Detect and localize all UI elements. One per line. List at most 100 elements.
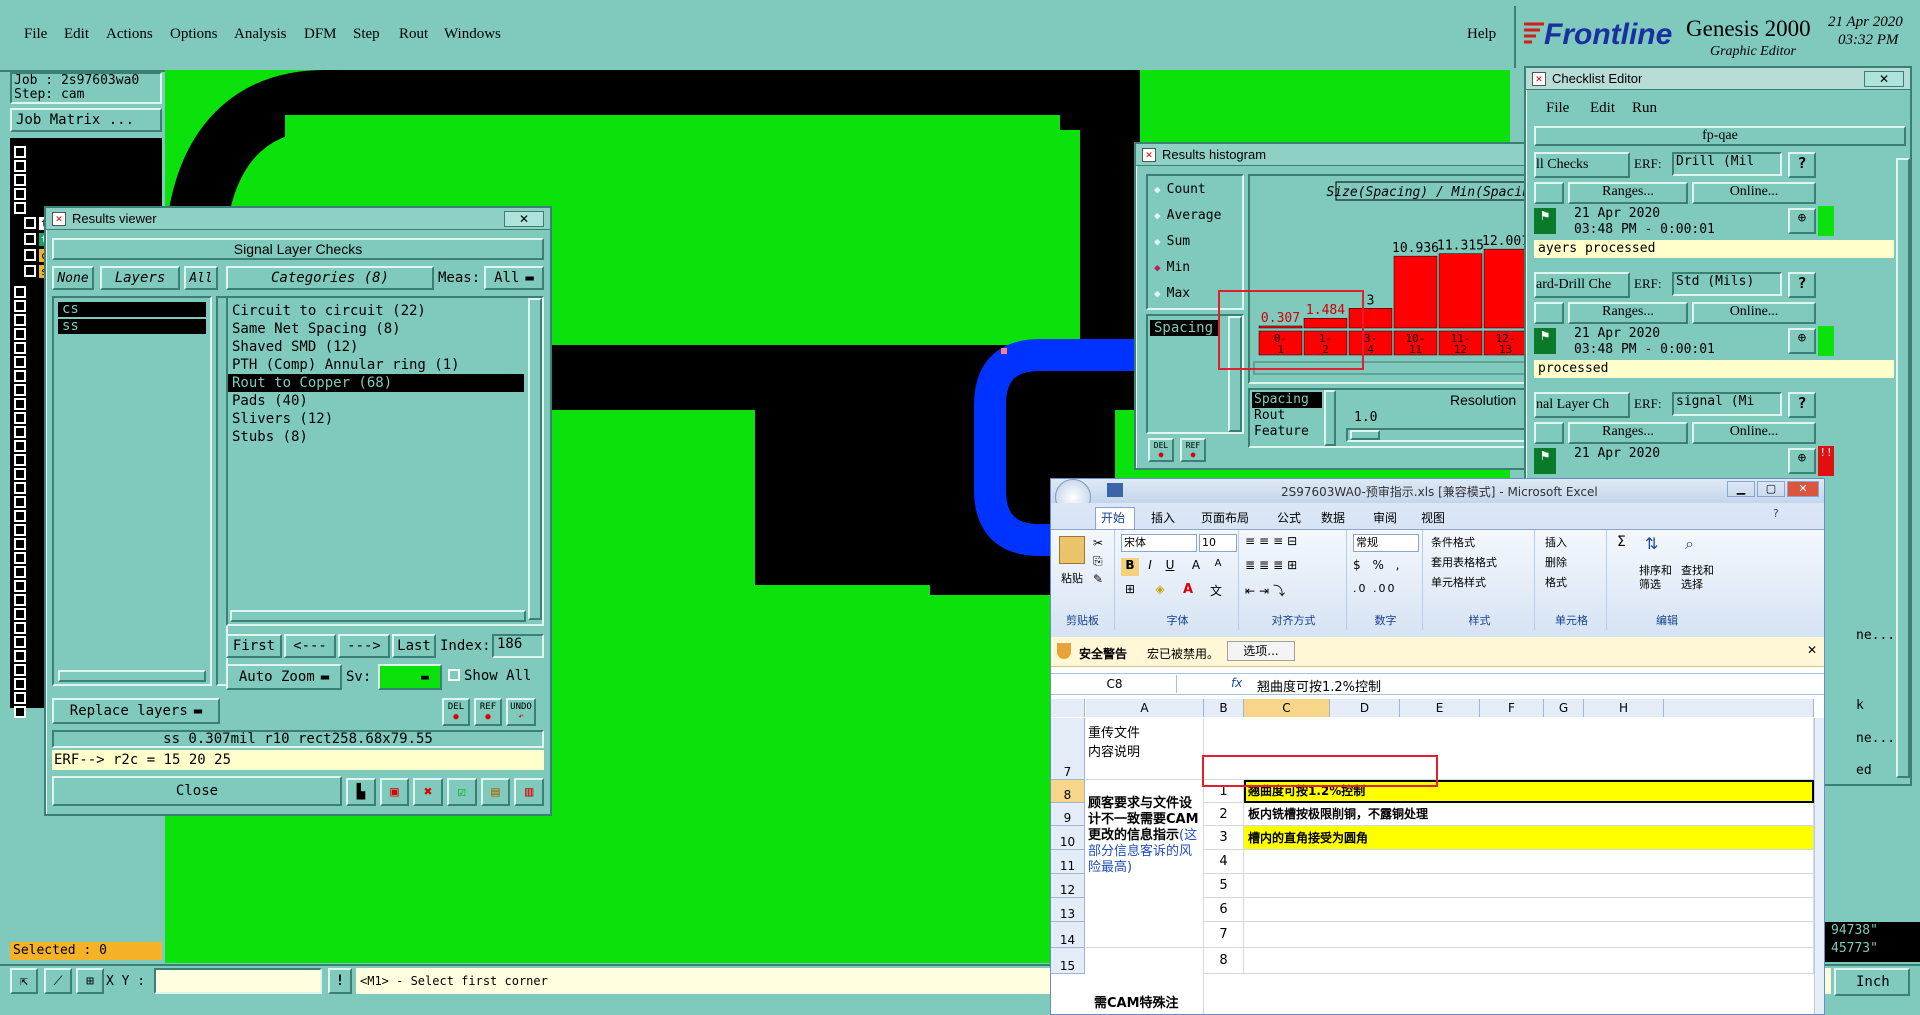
conditional-format-button[interactable]: 条件格式	[1431, 534, 1475, 550]
format-cell-button[interactable]: 格式	[1545, 574, 1567, 590]
cell-a8-merged[interactable]: 顾客要求与文件设计不一致需要CAM更改的信息指示(这部分信息客诉的风险最高)	[1086, 780, 1204, 948]
menu-actions[interactable]: Actions	[106, 26, 153, 43]
layer-checkbox[interactable]	[14, 482, 26, 494]
prev-button[interactable]: <---	[284, 634, 336, 658]
layer-checkbox[interactable]	[14, 174, 26, 186]
menu-options[interactable]: Options	[170, 26, 218, 43]
online-button[interactable]: Online...	[1692, 422, 1816, 444]
bold-icon[interactable]: B	[1121, 558, 1139, 576]
histogram-bar[interactable]	[1393, 255, 1438, 329]
layer-checkbox[interactable]	[14, 524, 26, 536]
close-icon[interactable]: ✕	[504, 210, 544, 227]
check-name[interactable]: nal Layer Ch	[1534, 392, 1630, 418]
zoom-icon[interactable]: ⊕	[1788, 208, 1816, 234]
run-icon[interactable]: ⚑	[1534, 328, 1556, 354]
undo-icon[interactable]: UNDO ↶	[506, 698, 536, 726]
category-item[interactable]: Same Net Spacing (8)	[228, 320, 524, 338]
next-button[interactable]: --->	[338, 634, 390, 658]
layer-checkbox[interactable]	[14, 286, 26, 298]
item-text-cell[interactable]	[1244, 922, 1814, 948]
item-number-cell[interactable]: 5	[1204, 874, 1244, 898]
category-item[interactable]: Slivers (12)	[228, 410, 524, 428]
item-number-cell[interactable]: 4	[1204, 850, 1244, 874]
currency-percent-icons[interactable]: $ % ,	[1353, 558, 1403, 572]
layer-checkbox[interactable]	[14, 146, 26, 158]
histogram-icon[interactable]: ▙	[346, 778, 376, 806]
menu-rout[interactable]: Rout	[399, 26, 428, 43]
ribbon-tab[interactable]: 页面布局	[1201, 509, 1249, 526]
online-button[interactable]: Online...	[1692, 182, 1816, 204]
insert-cell-button[interactable]: 插入	[1545, 534, 1567, 550]
category-item[interactable]: Pads (40)	[228, 392, 524, 410]
first-button[interactable]: First	[226, 634, 282, 658]
layer-checkbox[interactable]	[14, 622, 26, 634]
layer-checkbox[interactable]	[14, 552, 26, 564]
vertical-scrollbar[interactable]	[1814, 718, 1824, 1014]
menu-edit[interactable]: Edit	[64, 26, 89, 43]
ribbon-tab[interactable]: 开始	[1101, 509, 1125, 526]
name-box[interactable]: C8	[1053, 675, 1177, 693]
erf-dropdown[interactable]: signal (Mi	[1672, 392, 1782, 416]
show-all-checkbox[interactable]	[448, 669, 460, 681]
close-icon[interactable]: ✕	[1787, 481, 1819, 497]
delete-icon[interactable]: DEL ●	[1148, 438, 1174, 462]
horizontal-align-icons[interactable]: ≣≣≣⊞	[1245, 558, 1341, 576]
list-item[interactable]: ss	[58, 319, 206, 334]
categories-listbox[interactable]: Circuit to circuit (22) Same Net Spacing …	[226, 296, 544, 626]
option-radio[interactable]: ◆ Min	[1148, 254, 1242, 280]
layer-checkbox[interactable]	[14, 678, 26, 690]
option-radio[interactable]: ◆ Sum	[1148, 228, 1242, 254]
layer-checkbox[interactable]	[14, 160, 26, 172]
delete-icon[interactable]: DEL ●	[442, 698, 470, 726]
column-header[interactable]: A	[1086, 699, 1204, 717]
layer-checkbox[interactable]	[14, 468, 26, 480]
column-header[interactable]: C	[1244, 699, 1330, 717]
vertical-scrollbar[interactable]	[1324, 390, 1336, 446]
layer-checkbox[interactable]	[14, 636, 26, 648]
histogram-bar[interactable]	[1438, 253, 1483, 329]
layer-checkbox[interactable]	[14, 328, 26, 340]
sort-filter-button[interactable]: 排序和筛选	[1639, 564, 1675, 592]
close-button[interactable]: Close	[52, 776, 342, 806]
layer-checkbox[interactable]	[14, 454, 26, 466]
help-icon[interactable]: ?	[1788, 392, 1816, 418]
ribbon-tab[interactable]: 插入	[1151, 509, 1175, 526]
item-text-cell[interactable]	[1244, 948, 1814, 974]
paste-label[interactable]: 粘贴	[1061, 570, 1083, 586]
horizontal-scrollbar[interactable]	[230, 610, 526, 622]
histogram-bar[interactable]	[1483, 248, 1528, 329]
column-header[interactable]: E	[1400, 699, 1480, 717]
list-item[interactable]: Feature	[1252, 424, 1322, 440]
layer-checkbox[interactable]	[14, 692, 26, 704]
last-button[interactable]: Last	[392, 634, 436, 658]
all-button[interactable]: All	[184, 266, 218, 290]
ribbon-tab[interactable]: 审阅	[1373, 509, 1397, 526]
zoom-icon[interactable]: ⊕	[1788, 328, 1816, 354]
list-icon[interactable]: ▤	[480, 778, 511, 806]
menu-dfm[interactable]: DFM	[304, 26, 337, 43]
index-input[interactable]: 186	[492, 634, 544, 658]
layers-button[interactable]: Layers	[100, 266, 180, 290]
column-header[interactable]: F	[1480, 699, 1544, 717]
category-item[interactable]: Circuit to circuit (22)	[228, 302, 524, 320]
run-icon[interactable]: ⚑	[1534, 208, 1556, 234]
menu-windows[interactable]: Windows	[444, 26, 501, 43]
chart-icon[interactable]: ▥	[514, 778, 545, 806]
ranges-button[interactable]: Ranges...	[1568, 182, 1688, 204]
number-format-dropdown[interactable]: 常规	[1353, 534, 1419, 552]
item-number-cell[interactable]: 3	[1204, 826, 1244, 850]
fill-color-icon[interactable]: ◈	[1151, 582, 1169, 600]
spreadsheet-grid[interactable]: ABCDEFGH 7 8 9 10 11 12 13 14 15 重传文件 内容说明 顾客要求与…	[1051, 699, 1824, 1014]
menu-file[interactable]: File	[1546, 100, 1569, 117]
delete-x-icon[interactable]: ✖	[413, 778, 444, 806]
list-item[interactable]: Rout	[1252, 408, 1322, 424]
layer-checkbox[interactable]	[14, 384, 26, 396]
xy-input[interactable]	[154, 968, 322, 994]
layer-checkbox[interactable]	[14, 608, 26, 620]
menu-file[interactable]: File	[24, 26, 47, 43]
row-header[interactable]: 12	[1051, 874, 1085, 898]
erf-dropdown[interactable]: Std (Mils)	[1672, 272, 1782, 296]
format-painter-icon[interactable]: ✎	[1093, 572, 1103, 586]
menu-edit[interactable]: Edit	[1590, 100, 1615, 117]
grow-font-icon[interactable]: A	[1187, 558, 1205, 576]
